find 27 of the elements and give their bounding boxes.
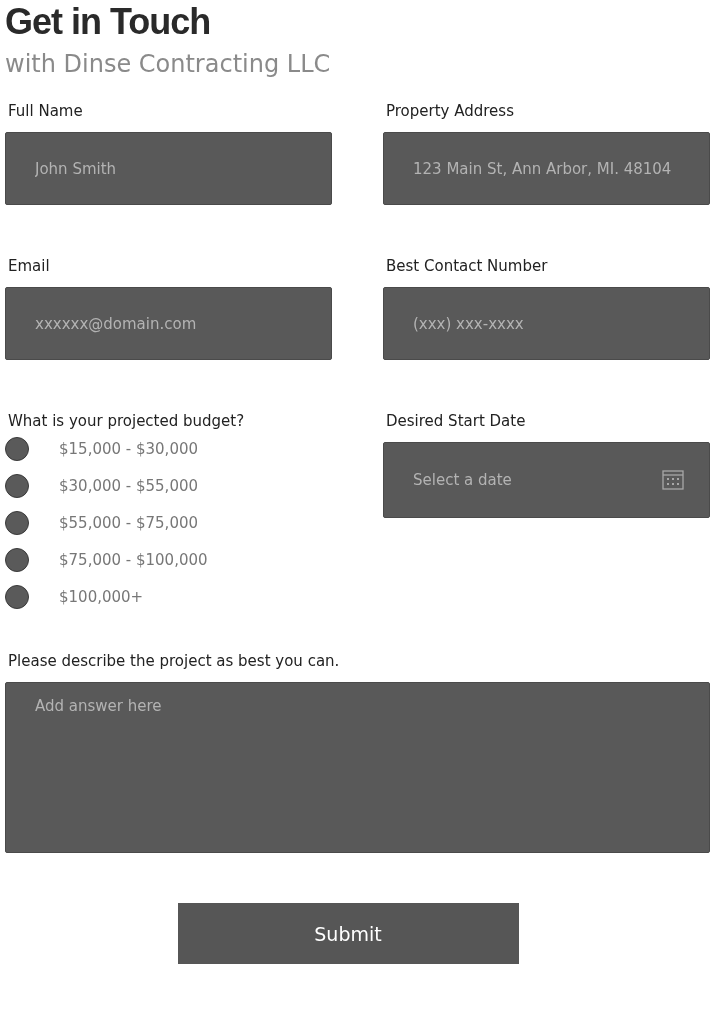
field-label: Email <box>8 256 50 277</box>
answer-box[interactable]: Add answer here <box>5 682 710 853</box>
radio-label: $30,000 - $55,000 <box>59 476 198 497</box>
input-field[interactable]: xxxxxx@domain.com <box>5 287 332 360</box>
radio-button[interactable] <box>5 585 29 609</box>
radio-button[interactable] <box>5 548 29 572</box>
page-title: Get in Touch <box>5 0 211 42</box>
calendar-icon <box>662 470 684 490</box>
input-field[interactable]: John Smith <box>5 132 332 205</box>
radio-label: $15,000 - $30,000 <box>59 439 198 460</box>
date-field[interactable]: Select a date <box>383 442 710 518</box>
radio-button[interactable] <box>5 437 29 461</box>
radio-button[interactable] <box>5 511 29 535</box>
field-label: Property Address <box>386 101 514 122</box>
field-label: Desired Start Date <box>386 411 526 432</box>
field-label: Best Contact Number <box>386 256 548 277</box>
page-subtitle: with Dinse Contracting LLC <box>5 49 332 80</box>
submit-button[interactable]: Submit <box>177 903 519 964</box>
input-field[interactable]: (xxx) xxx-xxxx <box>383 287 710 360</box>
radio-label: $100,000+ <box>59 587 144 608</box>
input-field[interactable]: 123 Main St, Ann Arbor, MI. 48104 <box>383 132 710 205</box>
radio-label: $75,000 - $100,000 <box>59 550 208 571</box>
field-label: Please describe the project as best you can. <box>8 651 340 672</box>
field-label: Full Name <box>8 101 83 122</box>
radio-button[interactable] <box>5 474 29 498</box>
radio-label: $55,000 - $75,000 <box>59 513 198 534</box>
field-label: What is your projected budget? <box>8 411 245 432</box>
